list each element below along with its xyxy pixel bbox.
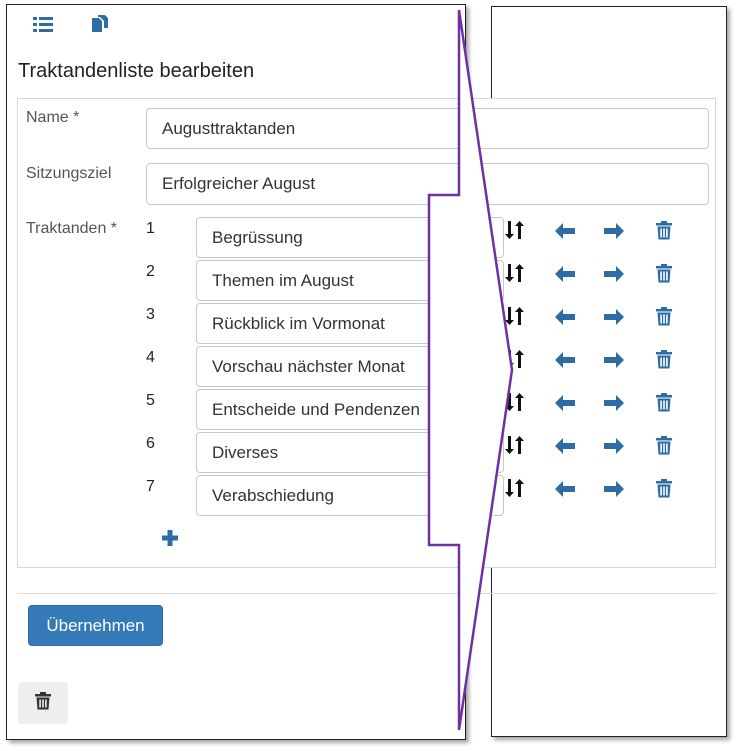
arrow-right-icon[interactable] bbox=[604, 481, 624, 502]
goal-label: Sitzungsziel bbox=[26, 165, 112, 182]
divider bbox=[17, 593, 717, 594]
sort-icon[interactable] bbox=[503, 307, 525, 330]
trash-icon[interactable] bbox=[656, 393, 672, 417]
plus-icon[interactable] bbox=[161, 529, 179, 552]
arrow-left-icon[interactable] bbox=[555, 395, 575, 416]
item-number: 4 bbox=[146, 349, 155, 366]
arrow-right-icon[interactable] bbox=[604, 309, 624, 330]
item-field[interactable]: Themen im August bbox=[196, 260, 504, 301]
trash-icon[interactable] bbox=[656, 436, 672, 460]
item-field[interactable]: Rückblick im Vormonat bbox=[196, 303, 504, 344]
trash-icon[interactable] bbox=[656, 479, 672, 503]
sort-icon[interactable] bbox=[503, 393, 525, 416]
item-number: 7 bbox=[146, 478, 155, 495]
items-label: Traktanden * bbox=[26, 220, 118, 237]
sort-icon[interactable] bbox=[503, 221, 525, 244]
arrow-left-icon[interactable] bbox=[555, 352, 575, 373]
sort-icon[interactable] bbox=[503, 350, 525, 373]
item-field[interactable]: Begrüssung bbox=[196, 217, 504, 258]
item-field[interactable]: Diverses bbox=[196, 432, 504, 473]
sort-icon[interactable] bbox=[503, 479, 525, 502]
arrow-right-icon[interactable] bbox=[604, 266, 624, 287]
sort-icon[interactable] bbox=[503, 264, 525, 287]
copy-icon[interactable] bbox=[90, 14, 110, 38]
item-number: 3 bbox=[146, 306, 155, 323]
trash-icon[interactable] bbox=[656, 350, 672, 374]
item-number: 1 bbox=[146, 220, 155, 237]
list-icon[interactable] bbox=[33, 16, 53, 38]
arrow-left-icon[interactable] bbox=[555, 438, 575, 459]
arrow-right-icon[interactable] bbox=[604, 223, 624, 244]
delete-button[interactable] bbox=[18, 682, 68, 724]
item-number: 2 bbox=[146, 263, 155, 280]
arrow-left-icon[interactable] bbox=[555, 266, 575, 287]
item-field[interactable]: Vorschau nächster Monat bbox=[196, 346, 504, 387]
sort-icon[interactable] bbox=[503, 436, 525, 459]
arrow-left-icon[interactable] bbox=[555, 309, 575, 330]
trash-icon[interactable] bbox=[656, 307, 672, 331]
arrow-right-icon[interactable] bbox=[604, 352, 624, 373]
item-number: 5 bbox=[146, 392, 155, 409]
trash-icon bbox=[35, 691, 51, 715]
trash-icon[interactable] bbox=[656, 221, 672, 245]
item-field[interactable]: Verabschiedung bbox=[196, 475, 504, 516]
item-field[interactable]: Entscheide und Pendenzen bbox=[196, 389, 504, 430]
page-title: Traktandenliste bearbeiten bbox=[18, 60, 255, 82]
goal-field[interactable]: Erfolgreicher August bbox=[146, 163, 709, 205]
arrow-left-icon[interactable] bbox=[555, 223, 575, 244]
trash-icon[interactable] bbox=[656, 264, 672, 288]
arrow-right-icon[interactable] bbox=[604, 438, 624, 459]
apply-button[interactable]: Übernehmen bbox=[28, 605, 163, 646]
arrow-left-icon[interactable] bbox=[555, 481, 575, 502]
name-field[interactable]: Augusttraktanden bbox=[146, 108, 709, 149]
item-number: 6 bbox=[146, 435, 155, 452]
name-label: Name * bbox=[26, 109, 80, 126]
arrow-right-icon[interactable] bbox=[604, 395, 624, 416]
